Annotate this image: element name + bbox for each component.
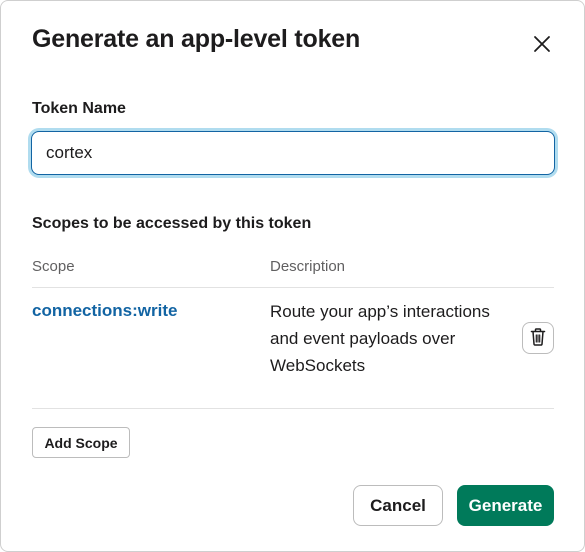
close-icon — [527, 29, 557, 59]
scopes-heading: Scopes to be accessed by this token — [32, 215, 312, 232]
trash-icon — [530, 327, 546, 349]
description-column-header: Description — [270, 258, 346, 275]
close-button[interactable] — [527, 29, 557, 59]
table-header-divider — [32, 287, 554, 288]
scope-column-header: Scope — [32, 258, 75, 275]
modal-title: Generate an app-level token — [32, 25, 361, 53]
generate-button[interactable]: Generate — [457, 485, 554, 526]
scope-description: Route your app’s interactions and event … — [270, 302, 490, 375]
cancel-button[interactable]: Cancel — [353, 485, 443, 526]
table-bottom-divider — [32, 408, 554, 409]
add-scope-button[interactable]: Add Scope — [32, 427, 130, 458]
token-name-label: Token Name — [32, 100, 126, 117]
token-name-input[interactable] — [31, 131, 555, 175]
delete-scope-button[interactable] — [522, 322, 554, 354]
scope-link[interactable]: connections:write — [32, 301, 177, 321]
generate-token-modal: Generate an app-level token Token Name S… — [0, 0, 585, 552]
